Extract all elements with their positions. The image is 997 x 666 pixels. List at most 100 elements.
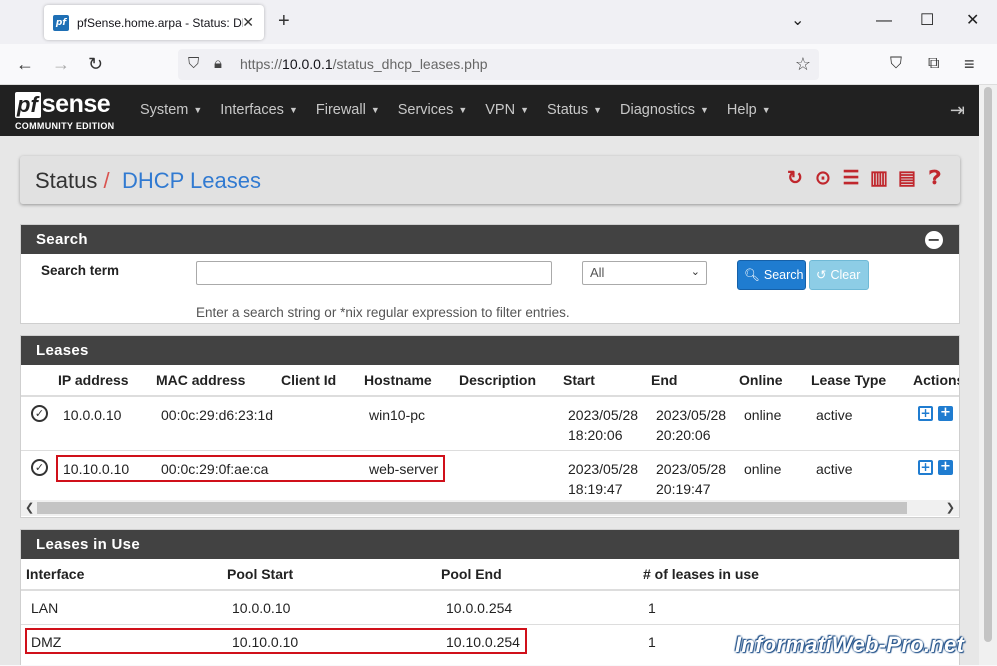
shield-icon[interactable]: ⛉ bbox=[188, 55, 199, 73]
url-text[interactable]: https://10.0.0.1/status_dhcp_leases.php bbox=[240, 56, 488, 72]
add-static-mapping-icon[interactable]: + bbox=[918, 460, 933, 475]
col-actions: Actions bbox=[913, 372, 960, 388]
pocket-icon[interactable]: ⛉ bbox=[890, 54, 902, 74]
table-row: ✓ 10.10.0.10 00:0c:29:0f:ae:ca web-serve… bbox=[21, 452, 959, 502]
tab-title: pfSense.home.arpa - Status: DHCP Leases bbox=[77, 15, 243, 30]
col-client-id[interactable]: Client Id bbox=[281, 372, 336, 388]
lock-icon[interactable]: 🔒︎ bbox=[214, 55, 222, 73]
settings-sliders-icon[interactable]: ☰ bbox=[840, 168, 862, 190]
col-hostname[interactable]: Hostname bbox=[364, 372, 432, 388]
menu-status[interactable]: Status ▼ bbox=[547, 101, 602, 119]
page-scrollbar[interactable] bbox=[979, 85, 997, 665]
highlight-box bbox=[25, 628, 527, 654]
search-help-text: Enter a search string or *nix regular ex… bbox=[196, 305, 570, 320]
bookmark-star-icon[interactable]: ☆ bbox=[795, 54, 811, 75]
lease-type: active bbox=[816, 407, 853, 423]
col-pool-end[interactable]: Pool End bbox=[441, 566, 502, 582]
extensions-icon[interactable]: ⧉ bbox=[928, 54, 939, 74]
search-panel: Search − Search term All ⌄ 🔍︎ Search ↺ Cle… bbox=[20, 224, 960, 324]
lease-start-time: 18:19:47 bbox=[568, 481, 623, 497]
caret-down-icon: ▼ bbox=[370, 105, 380, 116]
back-arrow-icon[interactable]: ← bbox=[16, 54, 34, 74]
minimize-icon[interactable]: — bbox=[876, 12, 892, 30]
address-bar[interactable]: ⛉ 🔒︎ https://10.0.0.1/status_dhcp_leases… bbox=[178, 49, 819, 80]
scroll-left-icon[interactable]: ❮ bbox=[25, 500, 34, 516]
maximize-icon[interactable]: ☐ bbox=[920, 12, 934, 30]
breadcrumb-status[interactable]: Status / bbox=[35, 168, 110, 194]
in-use-table-header: Interface Pool Start Pool End # of lease… bbox=[21, 559, 959, 591]
help-icon[interactable]: ❓︎ bbox=[924, 168, 946, 190]
chevron-down-icon: ⌄ bbox=[690, 266, 700, 278]
main-menu: System ▼ Interfaces ▼ Firewall ▼ Services ▼ … bbox=[140, 101, 789, 119]
log-list-icon[interactable]: ▤ bbox=[896, 168, 918, 190]
scroll-right-icon[interactable]: ❯ bbox=[946, 500, 955, 516]
stop-service-icon[interactable]: ⊙ bbox=[812, 168, 834, 190]
page-scrollbar-thumb[interactable] bbox=[984, 87, 992, 642]
reload-icon[interactable]: ↻ bbox=[88, 54, 103, 74]
browser-tab[interactable]: pf pfSense.home.arpa - Status: DHCP Leas… bbox=[44, 5, 264, 40]
col-leases-count[interactable]: # of leases in use bbox=[643, 566, 759, 582]
col-lease-type[interactable]: Lease Type bbox=[811, 372, 886, 388]
highlight-box bbox=[56, 455, 445, 482]
menu-interfaces[interactable]: Interfaces ▼ bbox=[220, 101, 298, 119]
table-row: LAN 10.0.0.10 10.0.0.254 1 bbox=[21, 592, 959, 625]
pool-end: 10.0.0.254 bbox=[446, 600, 513, 616]
menu-system[interactable]: System ▼ bbox=[140, 101, 202, 119]
table-scrollbar-thumb[interactable] bbox=[37, 502, 907, 514]
pfsense-logo[interactable]: pf sense COMMUNITY EDITION bbox=[15, 90, 123, 132]
lease-start-date: 2023/05/28 bbox=[568, 407, 639, 423]
menu-vpn[interactable]: VPN ▼ bbox=[485, 101, 529, 119]
menu-hamburger-icon[interactable]: ≡ bbox=[964, 54, 975, 74]
col-start[interactable]: Start bbox=[563, 372, 595, 388]
caret-down-icon: ▼ bbox=[458, 105, 468, 116]
search-term-label: Search term bbox=[41, 263, 120, 278]
col-description[interactable]: Description bbox=[459, 372, 536, 388]
check-circle-icon: ✓ bbox=[31, 459, 48, 476]
lease-online: online bbox=[744, 407, 782, 423]
add-wol-mapping-icon[interactable]: + bbox=[938, 406, 953, 421]
leases-panel: Leases IP address MAC address Client Id … bbox=[20, 335, 960, 518]
forward-arrow-icon[interactable]: → bbox=[52, 54, 70, 74]
caret-down-icon: ▼ bbox=[288, 105, 298, 116]
col-interface[interactable]: Interface bbox=[26, 566, 84, 582]
add-wol-mapping-icon[interactable]: + bbox=[938, 460, 953, 475]
caret-down-icon: ▼ bbox=[761, 105, 771, 116]
restart-service-icon[interactable]: ↻ bbox=[784, 168, 806, 190]
breadcrumb-dhcp-leases[interactable]: DHCP Leases bbox=[122, 168, 261, 194]
lease-end-date: 2023/05/28 bbox=[656, 461, 727, 477]
add-static-mapping-icon[interactable]: + bbox=[918, 406, 933, 421]
search-button[interactable]: 🔍︎ Search bbox=[737, 260, 806, 290]
caret-down-icon: ▼ bbox=[700, 105, 709, 116]
page-content: Status / DHCP Leases ↻ ⊙ ☰ ▥ ▤ ❓︎ Search… bbox=[0, 136, 979, 665]
col-online[interactable]: Online bbox=[739, 372, 783, 388]
logo-sense: sense bbox=[41, 90, 111, 118]
tab-list-chevron-icon[interactable]: ⌄ bbox=[791, 12, 804, 30]
logo-pf: pf bbox=[15, 92, 41, 118]
menu-services[interactable]: Services ▼ bbox=[398, 101, 468, 119]
col-end[interactable]: End bbox=[651, 372, 677, 388]
lease-hostname: win10-pc bbox=[369, 407, 426, 423]
tab-close-icon[interactable]: ✕ bbox=[242, 14, 254, 30]
lease-ip: 10.0.0.10 bbox=[63, 407, 122, 423]
new-tab-icon[interactable]: + bbox=[278, 10, 290, 32]
menu-diagnostics[interactable]: Diagnostics ▼ bbox=[620, 101, 709, 119]
table-horizontal-scrollbar[interactable]: ❮ ❯ bbox=[21, 500, 959, 516]
window-close-icon[interactable]: ✕ bbox=[966, 12, 979, 30]
pool-count: 1 bbox=[648, 634, 656, 650]
logout-icon[interactable]: ⇥ bbox=[950, 100, 965, 121]
col-pool-start[interactable]: Pool Start bbox=[227, 566, 293, 582]
graph-icon[interactable]: ▥ bbox=[868, 168, 890, 190]
pool-count: 1 bbox=[648, 600, 656, 616]
collapse-panel-icon[interactable]: − bbox=[925, 231, 943, 249]
col-ip[interactable]: IP address bbox=[58, 372, 129, 388]
clear-button[interactable]: ↺ Clear bbox=[809, 260, 869, 290]
search-input[interactable] bbox=[196, 261, 552, 285]
undo-icon: ↺ bbox=[816, 268, 827, 282]
search-filter-select[interactable]: All ⌄ bbox=[582, 261, 707, 285]
logo-edition: COMMUNITY EDITION bbox=[15, 121, 115, 131]
lease-start-date: 2023/05/28 bbox=[568, 461, 639, 477]
menu-firewall[interactable]: Firewall ▼ bbox=[316, 101, 380, 119]
menu-help[interactable]: Help ▼ bbox=[727, 101, 771, 119]
col-mac[interactable]: MAC address bbox=[156, 372, 245, 388]
caret-down-icon: ▼ bbox=[520, 105, 530, 116]
